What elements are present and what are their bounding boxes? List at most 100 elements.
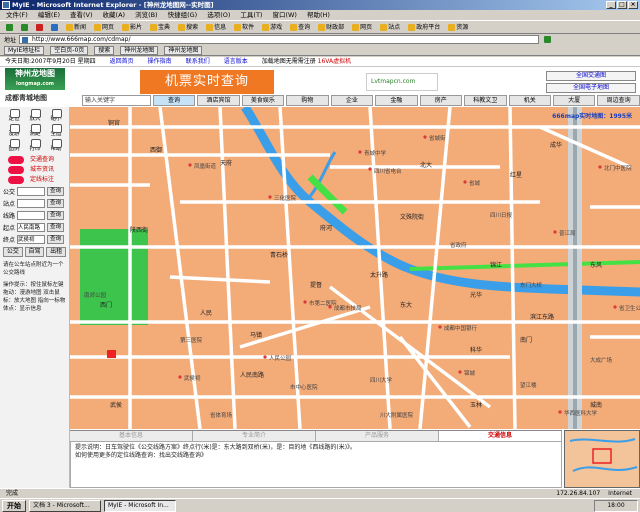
poi-label[interactable]: 成都市技局: [334, 304, 362, 312]
tool-help[interactable]: 帮助: [46, 139, 66, 153]
toolbar-link-2[interactable]: 网页: [92, 22, 116, 33]
forward-button[interactable]: [19, 22, 30, 33]
poi-label[interactable]: 四川日报: [490, 211, 513, 219]
stop-query-button[interactable]: 查询: [47, 198, 65, 208]
toolbar-link-5[interactable]: 搜索: [176, 22, 200, 33]
link-tab-5[interactable]: 神州龙地图: [164, 45, 203, 55]
taskbar-item-myie[interactable]: MyIE - Microsoft In...: [104, 499, 176, 512]
poi-label[interactable]: 人民公园: [269, 355, 292, 362]
start-query-button[interactable]: 查询: [47, 222, 65, 232]
poi-label[interactable]: 望江楼: [520, 381, 537, 389]
poi-label[interactable]: 锦城: [464, 369, 476, 377]
toolbar-link-10[interactable]: 财政部: [316, 22, 346, 33]
tab-food[interactable]: 美食娱乐: [241, 95, 285, 106]
tab-hotels[interactable]: 酒店宾馆: [197, 95, 240, 106]
poi-label[interactable]: 北门中医院: [604, 164, 632, 172]
poi-label[interactable]: 省政府: [450, 241, 467, 249]
tab-shopping[interactable]: 购物: [286, 95, 329, 106]
poi-label[interactable]: 成都中国银行: [444, 324, 478, 332]
tab-basic-info[interactable]: 基本信息: [70, 430, 193, 442]
menu-window[interactable]: 窗口(W): [272, 10, 297, 20]
tab-profile[interactable]: 专业简介: [193, 430, 316, 442]
tool-locate[interactable]: 定位: [4, 109, 24, 123]
toolbar-link-1[interactable]: 新闻: [64, 22, 88, 33]
city-info-link[interactable]: 城市资讯: [0, 165, 69, 175]
poi-label[interactable]: 青城中学: [364, 149, 387, 157]
ad-logo[interactable]: Lvtmapcn.com: [366, 73, 438, 91]
poi-label[interactable]: 第三医院: [180, 336, 203, 344]
tab-buildings[interactable]: 大厦: [552, 95, 596, 106]
menu-help[interactable]: 帮助(H): [307, 10, 330, 20]
menu-favorites[interactable]: 收藏(A): [103, 10, 126, 20]
tab-traffic-info[interactable]: 交通信息: [439, 430, 562, 442]
tab-nearby[interactable]: 周边查询: [597, 95, 640, 106]
city-map[interactable]: 铜官 天府 陕西街 文殊院街 太升路 青石桥 提督 人民 府河 红星 东大 锦江…: [70, 107, 640, 429]
national-traffic-map-button[interactable]: 全国交通图: [546, 71, 636, 81]
tool-legend[interactable]: 图例: [4, 139, 24, 153]
overview-minimap[interactable]: [564, 430, 640, 488]
stop-input[interactable]: [17, 198, 46, 208]
address-input[interactable]: http://www.666map.com/cdmap/: [19, 35, 540, 44]
tab-property[interactable]: 房产: [419, 95, 463, 106]
nav-guide[interactable]: 操作指南: [148, 57, 172, 67]
poi-label[interactable]: 市中心医院: [290, 383, 318, 391]
tab-products[interactable]: 产品服务: [316, 430, 439, 442]
poi-label[interactable]: 四川大学: [370, 376, 393, 384]
poi-label[interactable]: 武侯祠: [184, 374, 201, 382]
go-button[interactable]: [542, 34, 553, 45]
tab-education[interactable]: 科教文卫: [464, 95, 507, 106]
taxi-mode-button[interactable]: 出租: [46, 247, 67, 257]
tool-print[interactable]: 打印: [25, 139, 45, 153]
toolbar-link-7[interactable]: 软件: [232, 22, 256, 33]
close-button[interactable]: ×: [628, 1, 638, 9]
poi-label[interactable]: 省体育场: [210, 411, 233, 419]
route-mark-link[interactable]: 定线标注: [0, 175, 69, 185]
minimap-canvas[interactable]: [565, 431, 640, 488]
menu-options[interactable]: 选项(O): [207, 10, 230, 20]
end-input[interactable]: 武侯祠: [17, 234, 46, 244]
red-location-marker[interactable]: [107, 350, 116, 358]
taskbar-item-doc[interactable]: 文档 3 - Microsoft...: [29, 499, 101, 512]
national-electronic-map-button[interactable]: 全国电子地图: [546, 83, 636, 93]
bus-mode-button[interactable]: 公交: [3, 247, 23, 257]
drive-mode-button[interactable]: 自驾: [24, 247, 45, 257]
toolbar-link-12[interactable]: 站点: [378, 22, 402, 33]
link-tab-4[interactable]: 神州龙地图: [120, 45, 159, 55]
tab-government[interactable]: 机关: [508, 95, 551, 106]
menu-edit[interactable]: 编辑(E): [38, 10, 60, 20]
tool-full-map[interactable]: 全图: [46, 124, 66, 138]
link-tab-1[interactable]: MyIE地址栏: [4, 45, 45, 55]
tool-zoom-out[interactable]: 缩小: [46, 109, 66, 123]
site-logo[interactable]: 神州龙地图 longmap.com: [5, 68, 65, 90]
poi-label[interactable]: 大成广场: [590, 356, 613, 364]
nav-language[interactable]: 语言版本: [224, 57, 248, 67]
tool-pan[interactable]: 漫游: [4, 124, 24, 138]
nav-contact[interactable]: 联系我们: [186, 57, 210, 67]
line-query-button[interactable]: 查询: [47, 210, 65, 220]
toolbar-link-6[interactable]: 信息: [204, 22, 228, 33]
menu-tools[interactable]: 工具(T): [240, 10, 262, 20]
menu-groups[interactable]: 快捷组(G): [168, 10, 198, 20]
toolbar-link-9[interactable]: 查询: [288, 22, 312, 33]
poi-label[interactable]: 省卫生公署: [619, 304, 640, 312]
poi-label[interactable]: 省城: [469, 179, 481, 187]
poi-label[interactable]: 东门大桥: [520, 281, 543, 289]
start-input[interactable]: 人民南路: [17, 222, 46, 232]
start-button[interactable]: 开始: [2, 499, 26, 512]
tab-query[interactable]: 查询: [152, 95, 196, 106]
menu-file[interactable]: 文件(F): [6, 10, 28, 20]
refresh-button[interactable]: [49, 22, 60, 33]
link-tab-2[interactable]: 空白页-0页: [50, 45, 89, 55]
bus-input[interactable]: [17, 186, 46, 196]
end-query-button[interactable]: 查询: [47, 234, 65, 244]
tool-measure[interactable]: 测距: [25, 124, 45, 138]
bus-query-button[interactable]: 查询: [47, 186, 65, 196]
line-input[interactable]: [17, 210, 46, 220]
map-canvas[interactable]: 铜官 天府 陕西街 文殊院街 太升路 青石桥 提督 人民 府河 红星 东大 锦江…: [70, 107, 640, 429]
toolbar-link-3[interactable]: 影片: [120, 22, 144, 33]
minimap-viewport[interactable]: [592, 448, 612, 464]
poi-label[interactable]: 省城街: [429, 134, 446, 142]
link-tab-3[interactable]: 搜索: [94, 45, 115, 55]
back-button[interactable]: [4, 22, 15, 33]
tab-finance[interactable]: 金融: [375, 95, 418, 106]
